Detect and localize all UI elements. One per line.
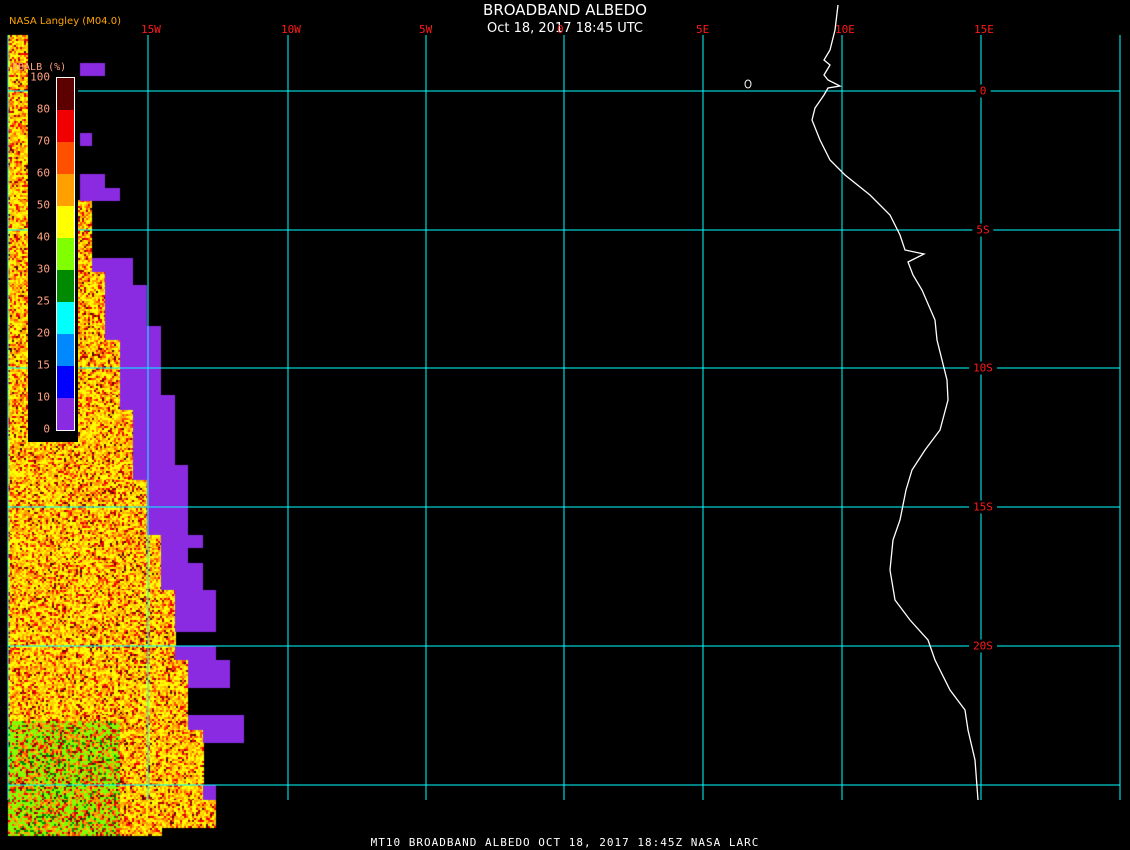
legend-swatch (57, 398, 74, 430)
map-title: BROADBAND ALBEDO (483, 1, 647, 19)
latitude-label: 0 (975, 84, 991, 98)
legend-swatch (57, 110, 74, 142)
longitude-label: 10E (835, 23, 855, 36)
legend-tick-label: 100 (30, 70, 50, 84)
coastline (811, 4, 979, 801)
longitude-label: 15E (974, 23, 994, 36)
legend-swatch (57, 366, 74, 398)
color-scale-bar (56, 77, 75, 431)
island-outline (744, 79, 752, 89)
legend-swatch (57, 206, 74, 238)
legend-swatch (57, 142, 74, 174)
legend-swatch (57, 334, 74, 366)
latitude-label: 15S (969, 500, 997, 514)
footer-caption: MT10 BROADBAND ALBEDO OCT 18, 2017 18:45… (370, 836, 760, 849)
legend-tick-label: 15 (36, 358, 50, 372)
legend-swatch (57, 302, 74, 334)
legend-tick-label: 20 (36, 326, 50, 340)
map-timestamp: Oct 18, 2017 18:45 UTC (487, 21, 643, 36)
legend-tick-label: 25 (36, 294, 50, 308)
legend-tick-label: 0 (43, 422, 50, 436)
latitude-label: 20S (969, 639, 997, 653)
legend-tick-label: 30 (36, 262, 50, 276)
longitude-label: 5E (696, 23, 710, 36)
map-grid (7, 4, 1121, 801)
legend-tick-label: 50 (36, 198, 50, 212)
latitude-label: 10S (969, 361, 997, 375)
legend-tick-label: 60 (36, 166, 50, 180)
legend-swatch (57, 174, 74, 206)
legend-swatch (57, 238, 74, 270)
legend-tick-label: 10 (36, 390, 50, 404)
longitude-label: 5W (419, 23, 433, 36)
legend-tick-label: 40 (36, 230, 50, 244)
legend-tick-label: 80 (36, 102, 50, 116)
longitude-label: 0 (557, 23, 564, 36)
legend-tick-label: 70 (36, 134, 50, 148)
longitude-label: 10W (281, 23, 301, 36)
longitude-label: 15W (141, 23, 161, 36)
legend-swatch (57, 270, 74, 302)
legend-swatch (57, 78, 74, 110)
latitude-label: 5S (972, 223, 994, 237)
